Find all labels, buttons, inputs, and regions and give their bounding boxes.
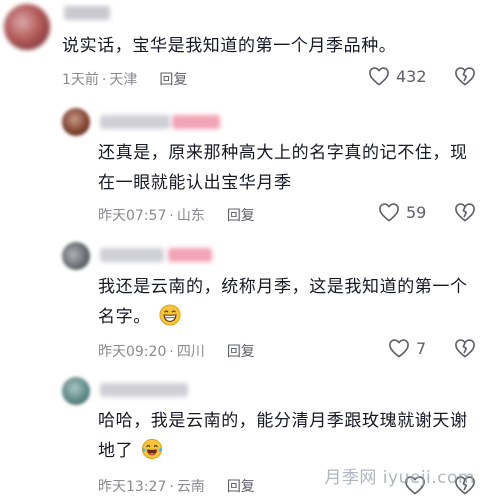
heart-outline-icon [369, 67, 389, 86]
dislike-button[interactable] [454, 202, 476, 226]
heart-outline-icon [379, 203, 399, 222]
username-redacted[interactable] [168, 248, 212, 262]
avatar[interactable] [62, 108, 90, 136]
username-redacted[interactable] [100, 115, 170, 129]
comment-text: 哈哈，我是云南的，能分清月季跟玫瑰就谢天谢地了 [98, 406, 470, 466]
username-redacted[interactable] [64, 6, 110, 20]
comment-text-body: 我还是云南的，统称月季，这是我知道的第一个名字。 [98, 277, 468, 327]
tears-of-joy-face-icon [142, 438, 163, 460]
comment-time: 1天前 [62, 72, 99, 88]
separator-dot: · [101, 72, 107, 88]
like-count: 7 [416, 338, 427, 358]
reply-button[interactable]: 回复 [227, 476, 255, 496]
comment-meta: 1天前 · 天津 回复 [62, 69, 187, 89]
dislike-button[interactable] [454, 66, 476, 90]
avatar[interactable] [62, 242, 90, 270]
separator-dot: · [169, 344, 174, 360]
reply-button[interactable]: 回复 [227, 341, 255, 361]
broken-heart-icon [455, 67, 475, 86]
username-redacted[interactable] [100, 383, 188, 397]
comment-location: 天津 [109, 72, 138, 88]
comment-location: 云南 [176, 479, 205, 495]
like-count: 59 [406, 202, 427, 222]
comment-time: 昨天07:57 [98, 208, 167, 224]
site-watermark: 月季网 iyueji.com [324, 468, 475, 488]
comment-text: 还真是，原来那种高大上的名字真的记不住，现在一眼就能认出宝华月季 [98, 143, 468, 193]
comment-meta: 昨天09:20 · 四川 回复 [98, 341, 255, 361]
comment-meta: 昨天07:57 · 山东 回复 [98, 205, 255, 225]
username-redacted[interactable] [100, 248, 164, 262]
like-button[interactable]: 7 [388, 338, 426, 358]
like-count: 432 [396, 66, 427, 86]
like-button[interactable]: 432 [368, 66, 427, 86]
comment-time: 昨天13:27 [98, 479, 167, 495]
comment-time: 昨天09:20 [98, 344, 167, 360]
grinning-face-icon [159, 304, 181, 326]
broken-heart-icon [455, 203, 475, 222]
separator-dot: · [169, 208, 174, 224]
reply-button[interactable]: 回复 [227, 205, 255, 225]
comment-text: 我还是云南的，统称月季，这是我知道的第一个名字。 [98, 272, 470, 332]
dislike-button[interactable] [454, 338, 476, 362]
avatar[interactable] [62, 377, 90, 405]
comment-meta: 昨天13:27 · 云南 回复 [98, 476, 255, 496]
avatar[interactable] [4, 4, 50, 50]
reply-button[interactable]: 回复 [159, 69, 187, 89]
username-redacted[interactable] [172, 115, 220, 129]
separator-dot: · [169, 479, 174, 495]
like-button[interactable]: 59 [378, 202, 426, 222]
comment-location: 山东 [176, 208, 205, 224]
heart-outline-icon [389, 339, 409, 358]
comment-text: 说实话，宝华是我知道的第一个月季品种。 [62, 36, 397, 56]
comment-location: 四川 [176, 344, 205, 360]
broken-heart-icon [455, 339, 475, 358]
